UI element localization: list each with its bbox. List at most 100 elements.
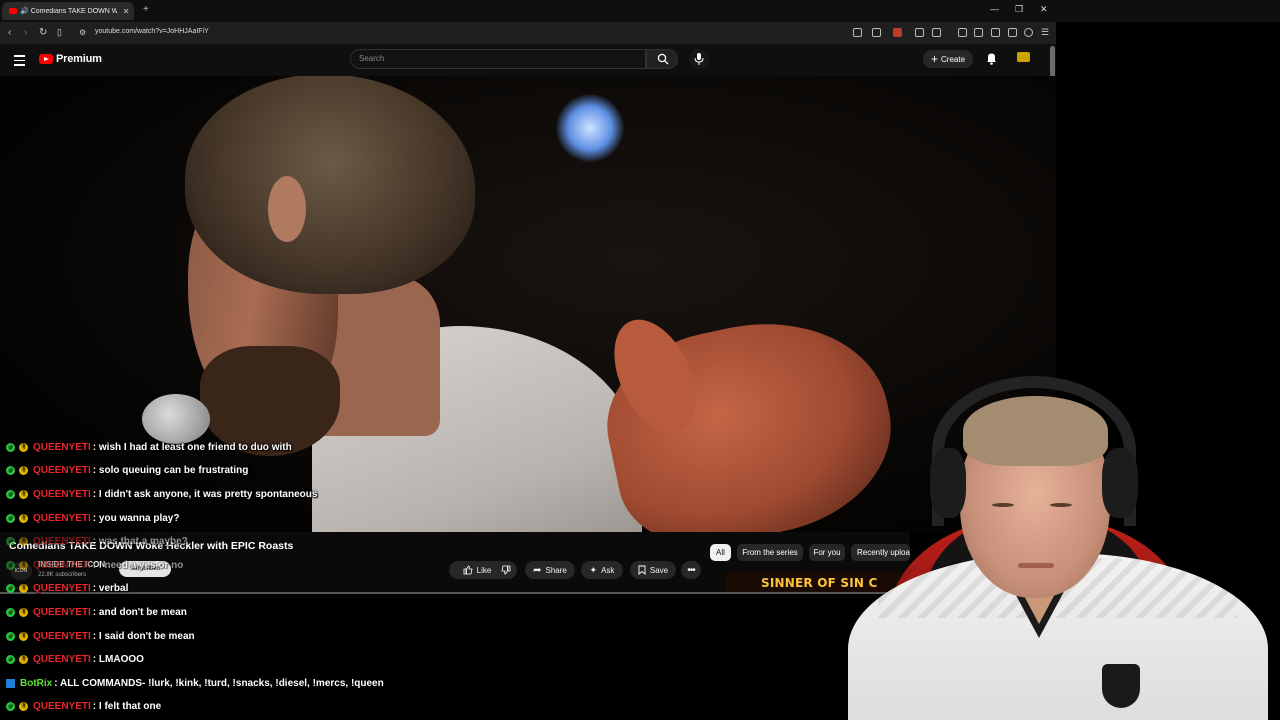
chat-username[interactable]: QUEENYETI [33, 489, 91, 500]
moderator-badge-icon: ✓ [6, 536, 15, 546]
screenshot-icon[interactable] [932, 28, 941, 37]
youtube-logo-text[interactable]: Premium [56, 53, 102, 65]
headset-right-cup [1102, 448, 1138, 518]
subscriber-badge-icon: ! [19, 607, 28, 617]
ask-button[interactable]: ✦ Ask [581, 561, 623, 579]
back-icon[interactable]: ‹ [8, 27, 11, 38]
brave-shield-icon[interactable] [893, 28, 902, 37]
tab-search-icon[interactable] [991, 28, 1000, 37]
subscriber-badge-icon: ! [19, 560, 28, 570]
close-tab-icon[interactable]: ✕ [123, 7, 130, 16]
comedian-hair [185, 76, 475, 294]
comedian-ear [268, 176, 306, 242]
chat-message: ✓! QUEENYETI: I need a yes or no [6, 556, 183, 574]
save-label: Save [649, 565, 669, 575]
moderator-badge-icon: ✓ [6, 607, 15, 617]
minimize-button[interactable]: — [990, 4, 999, 14]
menu-icon[interactable]: ☰ [1041, 27, 1049, 38]
save-icon [638, 565, 646, 575]
subscriber-badge-icon: ! [19, 701, 28, 711]
moderator-badge-icon: ✓ [6, 489, 15, 499]
chat-message: ✓! QUEENYETI: and don't be mean [6, 603, 187, 621]
chat-text: : LMAOOO [92, 653, 144, 665]
cast-icon[interactable] [853, 28, 862, 37]
streamer-mouth [1018, 563, 1054, 568]
site-settings-icon[interactable]: ⚙ [79, 28, 86, 37]
subscriber-badge-icon: ! [19, 631, 28, 641]
ask-label: Ask [601, 565, 615, 575]
new-tab-button[interactable]: + [143, 4, 149, 15]
chat-username[interactable]: QUEENYETI [33, 701, 91, 712]
search-icon [657, 53, 669, 65]
search-input[interactable]: Search [350, 49, 646, 69]
chat-message: ✓! QUEENYETI: was that a maybe? [6, 532, 188, 550]
chip-for-you[interactable]: For you [809, 544, 845, 561]
chip-all[interactable]: All [710, 544, 731, 561]
chat-username[interactable]: BotRix [20, 678, 52, 689]
chat-username[interactable]: QUEENYETI [33, 631, 91, 642]
more-actions-button[interactable]: ••• [681, 561, 701, 579]
restore-button[interactable]: ❐ [1015, 4, 1023, 15]
mic-icon [694, 53, 704, 65]
subscriber-badge-icon: ! [19, 654, 28, 664]
chat-message: ✓! QUEENYETI: solo queuing can be frustra… [6, 461, 248, 479]
address-bar[interactable]: youtube.com/watch?v=JoHHJAaIFiY [95, 28, 209, 35]
chat-message: ✓! QUEENYETI: LMAOOO [6, 650, 144, 668]
tab-title: Comedians TAKE DOWN Wo... [30, 7, 117, 15]
bot-badge-icon [6, 678, 15, 688]
share-label: Share [545, 565, 567, 575]
chat-username[interactable]: QUEENYETI [33, 654, 91, 665]
chat-text: : ALL COMMANDS- !lurk, !kink, !turd, !sn… [54, 677, 384, 689]
chat-username[interactable]: QUEENYETI [33, 607, 91, 618]
chat-username[interactable]: QUEENYETI [33, 536, 91, 547]
close-window-button[interactable]: ✕ [1040, 4, 1048, 15]
moderator-badge-icon: ✓ [6, 465, 15, 475]
ask-icon: ✦ [589, 564, 598, 575]
chat-text: : you wanna play? [92, 512, 180, 524]
browser-tab[interactable]: 🔊 Comedians TAKE DOWN Wo... ✕ [2, 2, 134, 20]
chat-username[interactable]: QUEENYETI [33, 583, 91, 594]
browser-toolbar: ‹ › ↻ ▯ ⚙ youtube.com/watch?v=JoHHJAaIFi… [0, 22, 1056, 44]
subscriber-badge-icon: ! [19, 536, 28, 546]
save-button[interactable]: Save [630, 561, 676, 579]
chat-message: ✓! QUEENYETI: I felt that one [6, 697, 161, 715]
streamer-webcam [848, 368, 1280, 720]
speaker-icon[interactable]: 🔊 [20, 7, 29, 15]
youtube-logo-icon[interactable] [39, 54, 53, 64]
share-button[interactable]: ➦ Share [525, 561, 575, 579]
extensions-icon[interactable] [915, 28, 924, 37]
bookmark-icon[interactable]: ▯ [57, 27, 62, 38]
subscriber-badge-icon: ! [19, 583, 28, 593]
create-button[interactable]: + Create [923, 50, 973, 68]
share-page-icon[interactable] [872, 28, 881, 37]
chat-username[interactable]: QUEENYETI [33, 442, 91, 453]
sidebar-icon[interactable] [974, 28, 983, 37]
hamburger-menu-icon[interactable] [14, 55, 25, 69]
chip-from-series[interactable]: From the series [737, 544, 803, 561]
create-label: Create [941, 54, 966, 64]
chat-username[interactable]: QUEENYETI [33, 560, 91, 571]
moderator-badge-icon: ✓ [6, 513, 15, 523]
moderator-badge-icon: ✓ [6, 631, 15, 641]
leo-icon[interactable] [1008, 28, 1017, 37]
chat-username[interactable]: QUEENYETI [33, 513, 91, 524]
moderator-badge-icon: ✓ [6, 654, 15, 664]
bell-icon[interactable] [986, 52, 997, 65]
search-button[interactable] [646, 49, 678, 69]
video-progress-bar[interactable] [0, 592, 905, 594]
forward-icon[interactable]: › [24, 27, 27, 38]
like-label: Like [476, 565, 492, 575]
avatar[interactable] [1017, 52, 1030, 62]
voice-search-button[interactable] [689, 49, 709, 69]
moderator-badge-icon: ✓ [6, 442, 15, 452]
reload-icon[interactable]: ↻ [39, 27, 47, 38]
moderator-badge-icon: ✓ [6, 701, 15, 711]
dislike-button[interactable] [495, 561, 517, 579]
subscriber-badge-icon: ! [19, 465, 28, 475]
plus-icon: + [930, 52, 938, 66]
media-icon[interactable] [958, 28, 967, 37]
vpn-icon[interactable] [1024, 28, 1033, 37]
moderator-badge-icon: ✓ [6, 583, 15, 593]
chat-username[interactable]: QUEENYETI [33, 465, 91, 476]
youtube-favicon-icon [9, 8, 17, 14]
